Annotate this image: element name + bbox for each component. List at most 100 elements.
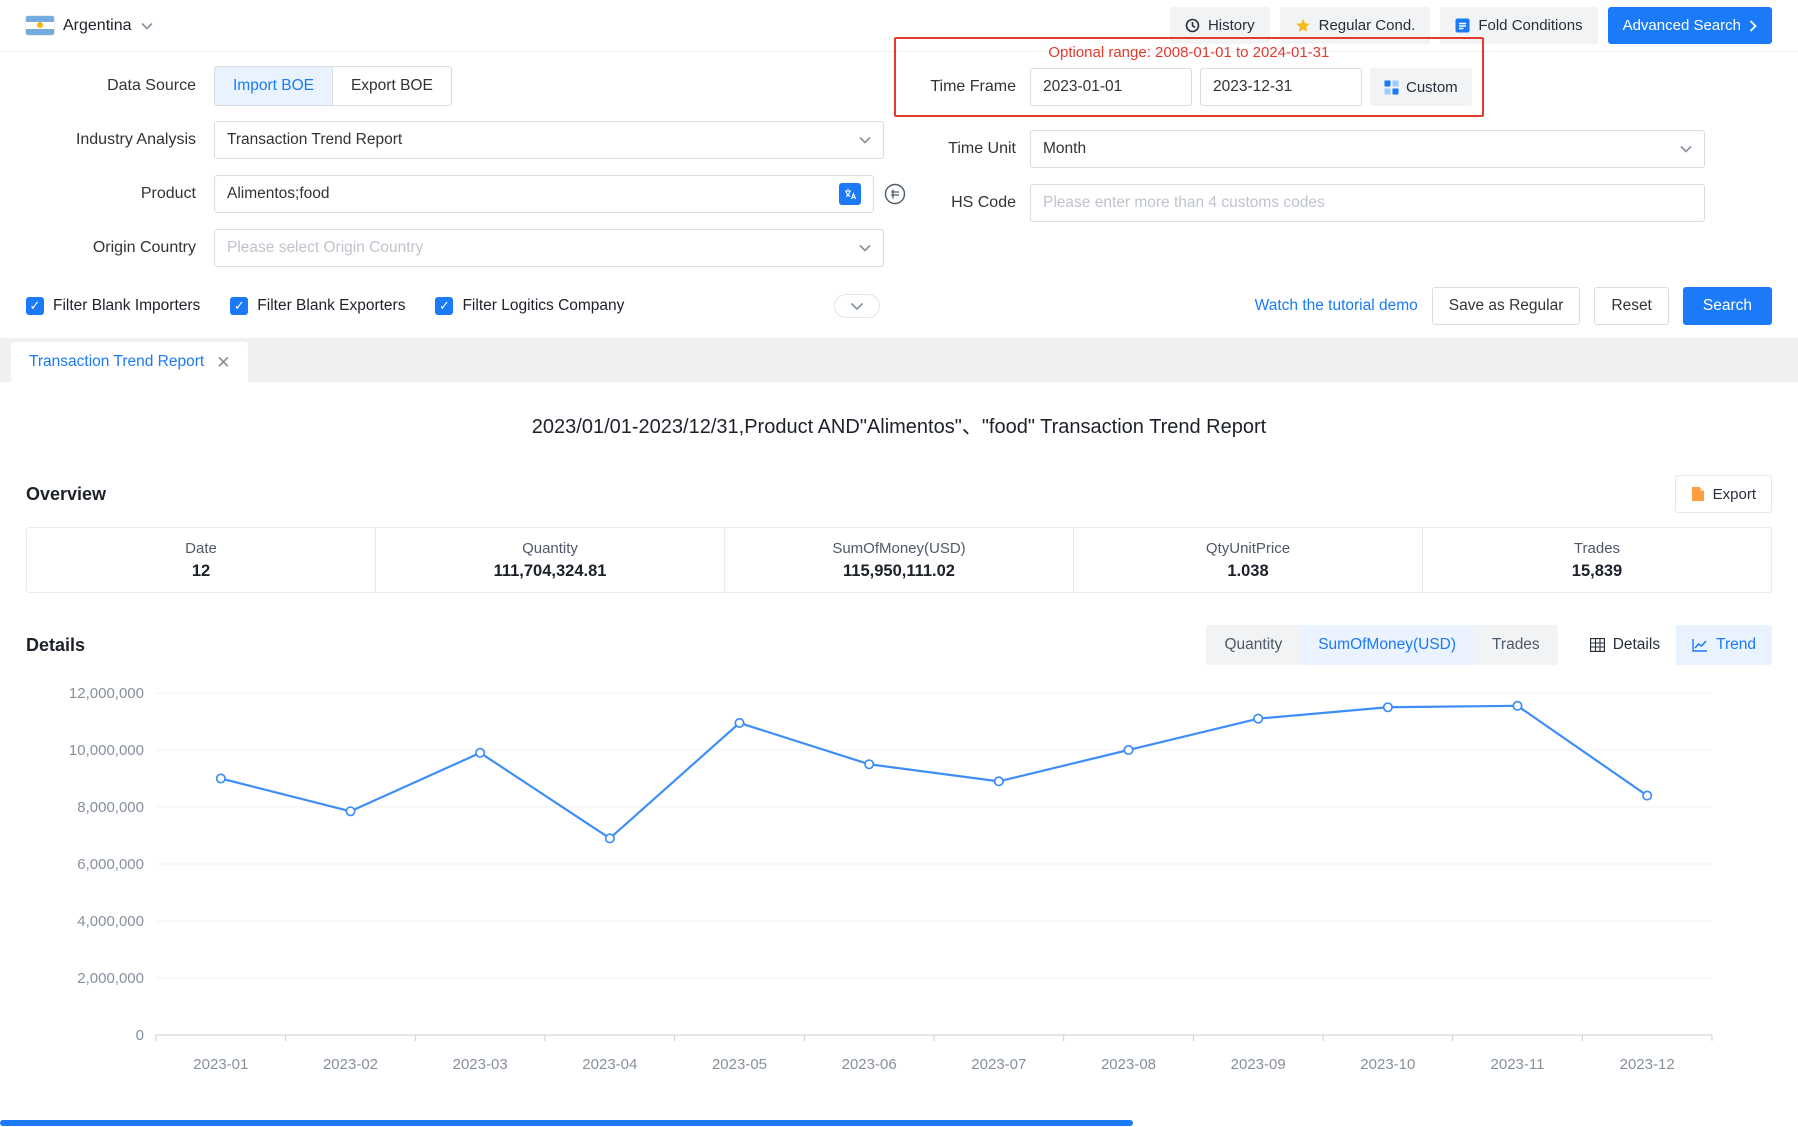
- trend-view-button[interactable]: Trend: [1676, 625, 1772, 665]
- stat-sum-of-money: SumOfMoney(USD) 115,950,111.02: [724, 528, 1073, 592]
- stat-label: Quantity: [522, 540, 578, 557]
- stat-qty-unit-price: QtyUnitPrice 1.038: [1073, 528, 1422, 592]
- filter-blank-importers-checkbox[interactable]: ✓ Filter Blank Importers: [26, 297, 200, 315]
- stat-label: SumOfMoney(USD): [832, 540, 965, 557]
- chevron-down-icon: [859, 136, 871, 144]
- svg-text:2023-10: 2023-10: [1360, 1056, 1415, 1073]
- origin-country-label: Origin Country: [26, 239, 196, 257]
- chevron-right-icon: [1749, 20, 1757, 32]
- hs-code-label: HS Code: [906, 194, 1016, 212]
- chevron-down-icon: [1680, 145, 1692, 153]
- smart-match-icon[interactable]: [884, 183, 906, 205]
- table-icon: [1590, 638, 1605, 652]
- details-view-button[interactable]: Details: [1574, 625, 1676, 665]
- filter-logitics-company-checkbox[interactable]: ✓ Filter Logitics Company: [435, 297, 624, 315]
- stat-value: 111,704,324.81: [494, 562, 607, 581]
- export-boe-tab[interactable]: Export BOE: [332, 67, 451, 105]
- export-button[interactable]: Export: [1675, 475, 1772, 513]
- hs-code-field[interactable]: [1030, 184, 1705, 222]
- fold-conditions-label: Fold Conditions: [1478, 17, 1582, 34]
- custom-range-label: Custom: [1406, 79, 1458, 96]
- stat-date: Date 12: [27, 528, 375, 592]
- time-unit-value: Month: [1043, 140, 1086, 158]
- chevron-down-icon: [859, 244, 871, 252]
- trend-line-chart: 02,000,0004,000,0006,000,0008,000,00010,…: [26, 675, 1772, 1083]
- metric-tab-sum-of-money[interactable]: SumOfMoney(USD): [1300, 625, 1474, 665]
- time-unit-select[interactable]: Month: [1030, 130, 1705, 168]
- metric-tab-quantity[interactable]: Quantity: [1206, 625, 1300, 665]
- time-unit-label: Time Unit: [906, 140, 1016, 158]
- tab-label: Transaction Trend Report: [29, 353, 204, 371]
- svg-text:2023-05: 2023-05: [712, 1056, 767, 1073]
- search-filters-panel: Data Source Import BOE Export BOE Indust…: [0, 52, 1798, 338]
- trend-chart-icon: [1692, 638, 1708, 652]
- star-icon: [1295, 18, 1311, 33]
- trend-chart-container: 02,000,0004,000,0006,000,0008,000,00010,…: [26, 675, 1772, 1088]
- svg-text:2023-09: 2023-09: [1231, 1056, 1286, 1073]
- search-button[interactable]: Search: [1683, 287, 1772, 325]
- filter-footer: ✓ Filter Blank Importers ✓ Filter Blank …: [26, 284, 1772, 328]
- product-label: Product: [26, 185, 196, 203]
- svg-text:4,000,000: 4,000,000: [77, 913, 144, 930]
- reset-button[interactable]: Reset: [1594, 287, 1669, 325]
- country-name: Argentina: [63, 17, 132, 35]
- stat-value: 1.038: [1227, 562, 1268, 581]
- expand-conditions-button[interactable]: [834, 294, 880, 318]
- start-date-field[interactable]: [1030, 68, 1192, 106]
- stat-label: QtyUnitPrice: [1206, 540, 1290, 557]
- svg-text:2023-08: 2023-08: [1101, 1056, 1156, 1073]
- stat-trades: Trades 15,839: [1422, 528, 1771, 592]
- industry-analysis-select[interactable]: Transaction Trend Report: [214, 121, 884, 159]
- history-icon: [1185, 18, 1200, 33]
- custom-range-button[interactable]: Custom: [1370, 68, 1472, 106]
- svg-text:2023-03: 2023-03: [453, 1056, 508, 1073]
- svg-text:2023-02: 2023-02: [323, 1056, 378, 1073]
- industry-analysis-label: Industry Analysis: [26, 131, 196, 149]
- import-boe-tab[interactable]: Import BOE: [215, 67, 332, 105]
- translate-icon[interactable]: [839, 183, 861, 205]
- export-label: Export: [1713, 486, 1756, 503]
- country-selector[interactable]: Argentina: [26, 16, 153, 35]
- trend-view-label: Trend: [1716, 636, 1756, 654]
- stat-quantity: Quantity 111,704,324.81: [375, 528, 724, 592]
- filter-blank-importers-label: Filter Blank Importers: [53, 297, 200, 315]
- stat-value: 15,839: [1572, 562, 1622, 581]
- overview-heading: Overview: [26, 484, 106, 505]
- stat-label: Trades: [1574, 540, 1620, 557]
- tab-transaction-trend-report[interactable]: Transaction Trend Report ✕: [11, 342, 248, 382]
- regular-cond-label: Regular Cond.: [1319, 17, 1416, 34]
- product-field[interactable]: [214, 175, 874, 213]
- report-content: 2023/01/01-2023/12/31,Product AND"Alimen…: [0, 410, 1798, 1088]
- svg-text:8,000,000: 8,000,000: [77, 799, 144, 816]
- product-input[interactable]: [227, 185, 839, 203]
- filter-blank-exporters-checkbox[interactable]: ✓ Filter Blank Exporters: [230, 297, 405, 315]
- view-toggle-group: Details Trend: [1574, 625, 1772, 665]
- stat-label: Date: [185, 540, 217, 557]
- close-icon[interactable]: ✕: [216, 354, 230, 371]
- metric-tab-trades[interactable]: Trades: [1474, 625, 1558, 665]
- svg-text:2023-11: 2023-11: [1491, 1056, 1545, 1073]
- result-tab-bar: Transaction Trend Report ✕: [0, 338, 1798, 382]
- overview-stats: Date 12 Quantity 111,704,324.81 SumOfMon…: [26, 527, 1772, 593]
- filter-blank-exporters-label: Filter Blank Exporters: [257, 297, 405, 315]
- end-date-field[interactable]: [1200, 68, 1362, 106]
- checkbox-checked-icon: ✓: [26, 297, 44, 315]
- checkbox-checked-icon: ✓: [435, 297, 453, 315]
- svg-text:2023-06: 2023-06: [842, 1056, 897, 1073]
- save-as-regular-button[interactable]: Save as Regular: [1432, 287, 1581, 325]
- origin-country-placeholder: Please select Origin Country: [227, 239, 423, 257]
- svg-text:12,000,000: 12,000,000: [69, 685, 144, 702]
- svg-text:2,000,000: 2,000,000: [77, 970, 144, 987]
- tutorial-demo-link[interactable]: Watch the tutorial demo: [1255, 297, 1418, 315]
- data-source-toggle: Import BOE Export BOE: [214, 66, 452, 106]
- advanced-search-label: Advanced Search: [1623, 17, 1741, 34]
- hs-code-input[interactable]: [1043, 194, 1692, 212]
- origin-country-select[interactable]: Please select Origin Country: [214, 229, 884, 267]
- data-source-label: Data Source: [26, 77, 196, 95]
- history-label: History: [1208, 17, 1255, 34]
- checkbox-checked-icon: ✓: [230, 297, 248, 315]
- industry-analysis-value: Transaction Trend Report: [227, 131, 402, 149]
- stat-value: 12: [192, 562, 210, 581]
- horizontal-scrollbar[interactable]: [0, 1120, 1133, 1126]
- svg-text:2023-04: 2023-04: [582, 1056, 637, 1073]
